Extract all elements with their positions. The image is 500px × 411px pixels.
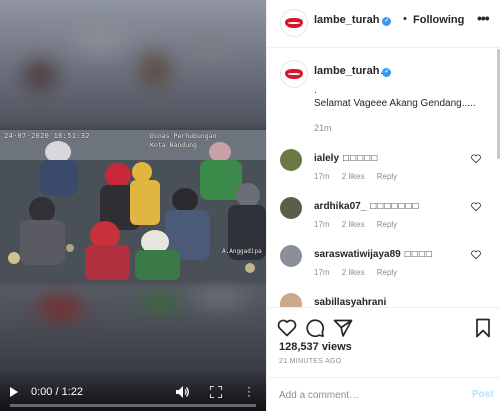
add-comment-bar: Post: [267, 377, 500, 411]
volume-icon[interactable]: [176, 386, 190, 398]
posted-time: 21 MINUTES AGO: [279, 358, 342, 365]
bookmark-icon[interactable]: [473, 318, 493, 338]
video-blurred-background-top: [0, 0, 266, 132]
video-progress-bar[interactable]: [10, 404, 256, 407]
comment-likes[interactable]: 2 likes: [342, 268, 365, 277]
comment-username-text: ardhika07_: [314, 201, 367, 212]
avatar[interactable]: [280, 9, 308, 37]
comment-username[interactable]: ialely □□□□□: [314, 153, 378, 164]
avatar[interactable]: [280, 245, 302, 267]
post-actions: 128,537 views 21 MINUTES AGO: [267, 307, 500, 377]
caption-time[interactable]: 21m: [314, 123, 332, 133]
heart-icon[interactable]: [277, 318, 297, 338]
comment-text: □□□□: [404, 249, 433, 260]
post-header: lambe_turah ✓ • Following •••: [267, 0, 500, 48]
comment-text: □□□□□□□: [370, 201, 420, 212]
comment-icon[interactable]: [305, 318, 325, 338]
more-options-button[interactable]: •••: [477, 10, 490, 26]
add-comment-input[interactable]: [279, 386, 459, 404]
comment-meta: 17m 2 likes Reply: [314, 220, 407, 229]
caption-line1: .: [314, 85, 317, 96]
lips-logo-icon: [280, 9, 308, 37]
fullscreen-icon[interactable]: [210, 386, 222, 398]
comment-username[interactable]: ardhika07_ □□□□□□□: [314, 201, 420, 212]
cctv-location-line2: Kota Bandung: [150, 141, 197, 149]
comment-item: ardhika07_ □□□□□□□ 17m 2 likes Reply: [267, 197, 500, 245]
comment-time[interactable]: 17m: [314, 268, 330, 277]
caption-text: Selamat Vageee Akang Gendang.....: [314, 98, 476, 109]
comment-text: □□□□□: [343, 153, 379, 164]
post-comment-button[interactable]: Post: [472, 389, 494, 400]
comment-item: ialely □□□□□ 17m 2 likes Reply: [267, 149, 500, 197]
comment-reply-button[interactable]: Reply: [377, 268, 397, 277]
share-icon[interactable]: [333, 318, 353, 338]
cctv-timestamp: 24-07-2020 16:51:32: [4, 132, 90, 140]
video-time-display: 0:00 / 1:22: [31, 386, 83, 398]
verified-badge-icon: ✓: [382, 68, 392, 77]
comment-meta: 17m 2 likes Reply: [314, 268, 407, 277]
traffic-scene-image: [0, 130, 266, 280]
header-username-text: lambe_turah: [314, 14, 380, 26]
heart-icon[interactable]: [471, 154, 481, 164]
comment-username-text: ialely: [314, 153, 340, 164]
verified-badge-icon: ✓: [382, 17, 392, 26]
cctv-location: Dinas Perhubungan Kota Bandung: [150, 132, 217, 150]
comment-time[interactable]: 17m: [314, 220, 330, 229]
avatar[interactable]: [280, 197, 302, 219]
video-controls: 0:00 / 1:22 · · ·: [0, 369, 266, 411]
post-details-panel: lambe_turah ✓ • Following ••• lambe_turah…: [266, 0, 500, 411]
comment-username-text: sabillasyahrani: [314, 297, 387, 307]
avatar[interactable]: [280, 60, 308, 88]
comment-time[interactable]: 17m: [314, 172, 330, 181]
comment-likes[interactable]: 2 likes: [342, 172, 365, 181]
comment-item: sabillasyahrani: [267, 293, 500, 307]
comment-item: saraswatiwijaya89 □□□□ 17m 2 likes Reply: [267, 245, 500, 293]
comment-likes[interactable]: 2 likes: [342, 220, 365, 229]
comments-list[interactable]: lambe_turah ✓ . . Selamat Vageee Akang Ge…: [267, 49, 500, 307]
avatar[interactable]: [280, 149, 302, 171]
comment-reply-button[interactable]: Reply: [377, 172, 397, 181]
instagram-post-modal: 24-07-2020 16:51:32 Dinas Perhubungan Ko…: [0, 0, 500, 411]
caption-dot: .: [380, 65, 384, 77]
lips-logo-icon: [280, 60, 308, 88]
video-player[interactable]: 24-07-2020 16:51:32 Dinas Perhubungan Ko…: [0, 0, 266, 411]
comment-meta: 17m 2 likes Reply: [314, 172, 407, 181]
following-button[interactable]: Following: [413, 14, 464, 26]
comment-reply-button[interactable]: Reply: [377, 220, 397, 229]
views-count[interactable]: 128,537 views: [279, 341, 352, 353]
caption-username-text: lambe_turah: [314, 65, 380, 77]
cctv-video-frame: 24-07-2020 16:51:32 Dinas Perhubungan Ko…: [0, 130, 266, 280]
cctv-location-line1: Dinas Perhubungan: [150, 132, 217, 140]
cctv-camera-label: A.Anggadipa: [222, 248, 262, 255]
comment-username[interactable]: saraswatiwijaya89 □□□□: [314, 249, 433, 260]
header-username[interactable]: lambe_turah ✓: [314, 14, 392, 26]
more-options-icon[interactable]: · · ·: [246, 381, 252, 401]
comment-username-text: saraswatiwijaya89: [314, 249, 401, 260]
comment-username[interactable]: sabillasyahrani: [314, 297, 390, 307]
avatar[interactable]: [280, 293, 302, 307]
heart-icon[interactable]: [471, 202, 481, 212]
play-icon[interactable]: [10, 387, 18, 397]
header-separator: •: [403, 13, 407, 25]
heart-icon[interactable]: [471, 250, 481, 260]
